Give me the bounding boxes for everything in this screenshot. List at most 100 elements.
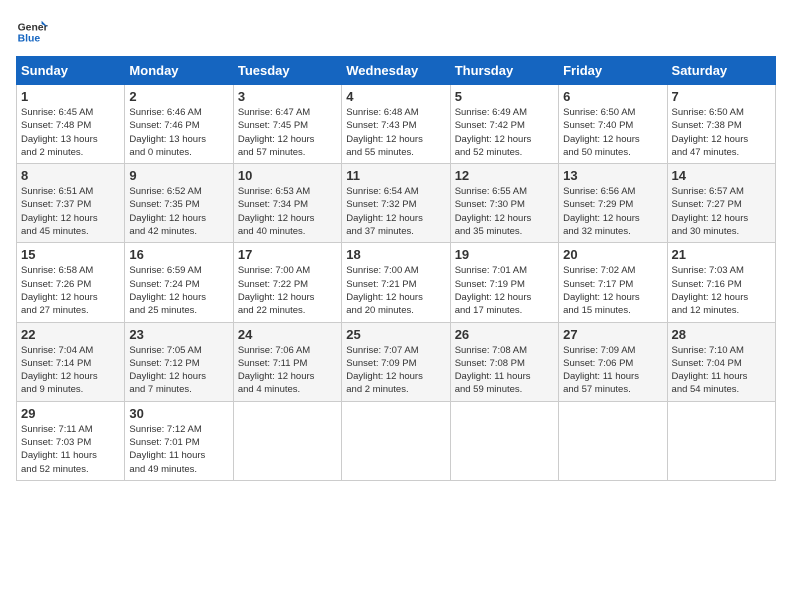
day-number: 13	[563, 168, 662, 183]
calendar-cell: 10 Sunrise: 6:53 AM Sunset: 7:34 PM Dayli…	[233, 164, 341, 243]
day-number: 29	[21, 406, 120, 421]
day-info: Sunrise: 6:50 AM Sunset: 7:40 PM Dayligh…	[563, 106, 662, 159]
day-info: Sunrise: 7:10 AM Sunset: 7:04 PM Dayligh…	[672, 344, 771, 397]
day-info: Sunrise: 7:05 AM Sunset: 7:12 PM Dayligh…	[129, 344, 228, 397]
calendar-cell: 4 Sunrise: 6:48 AM Sunset: 7:43 PM Daylig…	[342, 85, 450, 164]
day-number: 5	[455, 89, 554, 104]
day-info: Sunrise: 7:11 AM Sunset: 7:03 PM Dayligh…	[21, 423, 120, 476]
calendar-cell: 8 Sunrise: 6:51 AM Sunset: 7:37 PM Daylig…	[17, 164, 125, 243]
calendar-cell	[342, 401, 450, 480]
header-thursday: Thursday	[450, 57, 558, 85]
day-number: 30	[129, 406, 228, 421]
logo-icon: General Blue	[16, 16, 48, 48]
header-monday: Monday	[125, 57, 233, 85]
calendar-cell: 17 Sunrise: 7:00 AM Sunset: 7:22 PM Dayli…	[233, 243, 341, 322]
day-info: Sunrise: 7:00 AM Sunset: 7:22 PM Dayligh…	[238, 264, 337, 317]
calendar-cell: 21 Sunrise: 7:03 AM Sunset: 7:16 PM Dayli…	[667, 243, 775, 322]
day-number: 20	[563, 247, 662, 262]
day-info: Sunrise: 7:02 AM Sunset: 7:17 PM Dayligh…	[563, 264, 662, 317]
calendar-cell: 24Sunrise: 7:06 AM Sunset: 7:11 PM Dayli…	[233, 322, 341, 401]
day-number: 7	[672, 89, 771, 104]
day-number: 23	[129, 327, 228, 342]
calendar-week-4: 22 Sunrise: 7:04 AM Sunset: 7:14 PM Dayli…	[17, 322, 776, 401]
calendar-cell: 15Sunrise: 6:58 AM Sunset: 7:26 PM Dayli…	[17, 243, 125, 322]
calendar-cell: 28 Sunrise: 7:10 AM Sunset: 7:04 PM Dayli…	[667, 322, 775, 401]
calendar-cell: 1 Sunrise: 6:45 AM Sunset: 7:48 PM Daylig…	[17, 85, 125, 164]
day-number: 15	[21, 247, 120, 262]
header-sunday: Sunday	[17, 57, 125, 85]
day-number: 1	[21, 89, 120, 104]
day-number: 28	[672, 327, 771, 342]
calendar-cell: 11 Sunrise: 6:54 AM Sunset: 7:32 PM Dayli…	[342, 164, 450, 243]
calendar-cell: 12Sunrise: 6:55 AM Sunset: 7:30 PM Dayli…	[450, 164, 558, 243]
day-info: Sunrise: 7:01 AM Sunset: 7:19 PM Dayligh…	[455, 264, 554, 317]
calendar-cell: 23 Sunrise: 7:05 AM Sunset: 7:12 PM Dayli…	[125, 322, 233, 401]
calendar-cell	[233, 401, 341, 480]
calendar-week-2: 8 Sunrise: 6:51 AM Sunset: 7:37 PM Daylig…	[17, 164, 776, 243]
calendar-cell: 7 Sunrise: 6:50 AM Sunset: 7:38 PM Daylig…	[667, 85, 775, 164]
day-info: Sunrise: 6:47 AM Sunset: 7:45 PM Dayligh…	[238, 106, 337, 159]
day-info: Sunrise: 6:57 AM Sunset: 7:27 PM Dayligh…	[672, 185, 771, 238]
calendar-cell	[667, 401, 775, 480]
header-saturday: Saturday	[667, 57, 775, 85]
day-info: Sunrise: 7:07 AM Sunset: 7:09 PM Dayligh…	[346, 344, 445, 397]
day-number: 4	[346, 89, 445, 104]
day-number: 14	[672, 168, 771, 183]
calendar-cell: 25Sunrise: 7:07 AM Sunset: 7:09 PM Dayli…	[342, 322, 450, 401]
day-number: 6	[563, 89, 662, 104]
day-number: 3	[238, 89, 337, 104]
day-number: 26	[455, 327, 554, 342]
day-number: 21	[672, 247, 771, 262]
calendar-cell: 16Sunrise: 6:59 AM Sunset: 7:24 PM Dayli…	[125, 243, 233, 322]
calendar-cell: 27 Sunrise: 7:09 AM Sunset: 7:06 PM Dayli…	[559, 322, 667, 401]
calendar-cell: 20 Sunrise: 7:02 AM Sunset: 7:17 PM Dayli…	[559, 243, 667, 322]
calendar-cell: 9Sunrise: 6:52 AM Sunset: 7:35 PM Daylig…	[125, 164, 233, 243]
calendar-week-5: 29 Sunrise: 7:11 AM Sunset: 7:03 PM Dayli…	[17, 401, 776, 480]
calendar-week-3: 15Sunrise: 6:58 AM Sunset: 7:26 PM Dayli…	[17, 243, 776, 322]
header-friday: Friday	[559, 57, 667, 85]
calendar-cell: 30 Sunrise: 7:12 AM Sunset: 7:01 PM Dayli…	[125, 401, 233, 480]
day-info: Sunrise: 7:09 AM Sunset: 7:06 PM Dayligh…	[563, 344, 662, 397]
day-number: 24	[238, 327, 337, 342]
day-info: Sunrise: 6:45 AM Sunset: 7:48 PM Dayligh…	[21, 106, 120, 159]
day-number: 22	[21, 327, 120, 342]
page-header: General Blue	[16, 16, 776, 48]
day-number: 8	[21, 168, 120, 183]
calendar-cell: 3 Sunrise: 6:47 AM Sunset: 7:45 PM Daylig…	[233, 85, 341, 164]
day-info: Sunrise: 7:03 AM Sunset: 7:16 PM Dayligh…	[672, 264, 771, 317]
calendar-cell: 5Sunrise: 6:49 AM Sunset: 7:42 PM Daylig…	[450, 85, 558, 164]
day-info: Sunrise: 6:53 AM Sunset: 7:34 PM Dayligh…	[238, 185, 337, 238]
calendar-header-row: SundayMondayTuesdayWednesdayThursdayFrid…	[17, 57, 776, 85]
day-info: Sunrise: 6:54 AM Sunset: 7:32 PM Dayligh…	[346, 185, 445, 238]
day-info: Sunrise: 6:50 AM Sunset: 7:38 PM Dayligh…	[672, 106, 771, 159]
day-info: Sunrise: 7:04 AM Sunset: 7:14 PM Dayligh…	[21, 344, 120, 397]
calendar-cell: 29 Sunrise: 7:11 AM Sunset: 7:03 PM Dayli…	[17, 401, 125, 480]
calendar-cell: 18 Sunrise: 7:00 AM Sunset: 7:21 PM Dayli…	[342, 243, 450, 322]
calendar-cell	[559, 401, 667, 480]
day-info: Sunrise: 6:56 AM Sunset: 7:29 PM Dayligh…	[563, 185, 662, 238]
day-number: 27	[563, 327, 662, 342]
day-info: Sunrise: 6:55 AM Sunset: 7:30 PM Dayligh…	[455, 185, 554, 238]
day-number: 17	[238, 247, 337, 262]
calendar-cell	[450, 401, 558, 480]
day-number: 2	[129, 89, 228, 104]
logo: General Blue	[16, 16, 48, 48]
header-tuesday: Tuesday	[233, 57, 341, 85]
header-wednesday: Wednesday	[342, 57, 450, 85]
calendar-table: SundayMondayTuesdayWednesdayThursdayFrid…	[16, 56, 776, 481]
svg-text:Blue: Blue	[18, 34, 41, 45]
day-number: 9	[129, 168, 228, 183]
day-info: Sunrise: 6:51 AM Sunset: 7:37 PM Dayligh…	[21, 185, 120, 238]
day-number: 18	[346, 247, 445, 262]
day-info: Sunrise: 7:12 AM Sunset: 7:01 PM Dayligh…	[129, 423, 228, 476]
day-number: 11	[346, 168, 445, 183]
calendar-week-1: 1 Sunrise: 6:45 AM Sunset: 7:48 PM Daylig…	[17, 85, 776, 164]
day-number: 19	[455, 247, 554, 262]
day-info: Sunrise: 6:59 AM Sunset: 7:24 PM Dayligh…	[129, 264, 228, 317]
day-info: Sunrise: 7:00 AM Sunset: 7:21 PM Dayligh…	[346, 264, 445, 317]
day-number: 10	[238, 168, 337, 183]
calendar-cell: 14 Sunrise: 6:57 AM Sunset: 7:27 PM Dayli…	[667, 164, 775, 243]
calendar-cell: 6 Sunrise: 6:50 AM Sunset: 7:40 PM Daylig…	[559, 85, 667, 164]
calendar-cell: 13 Sunrise: 6:56 AM Sunset: 7:29 PM Dayli…	[559, 164, 667, 243]
day-info: Sunrise: 6:48 AM Sunset: 7:43 PM Dayligh…	[346, 106, 445, 159]
